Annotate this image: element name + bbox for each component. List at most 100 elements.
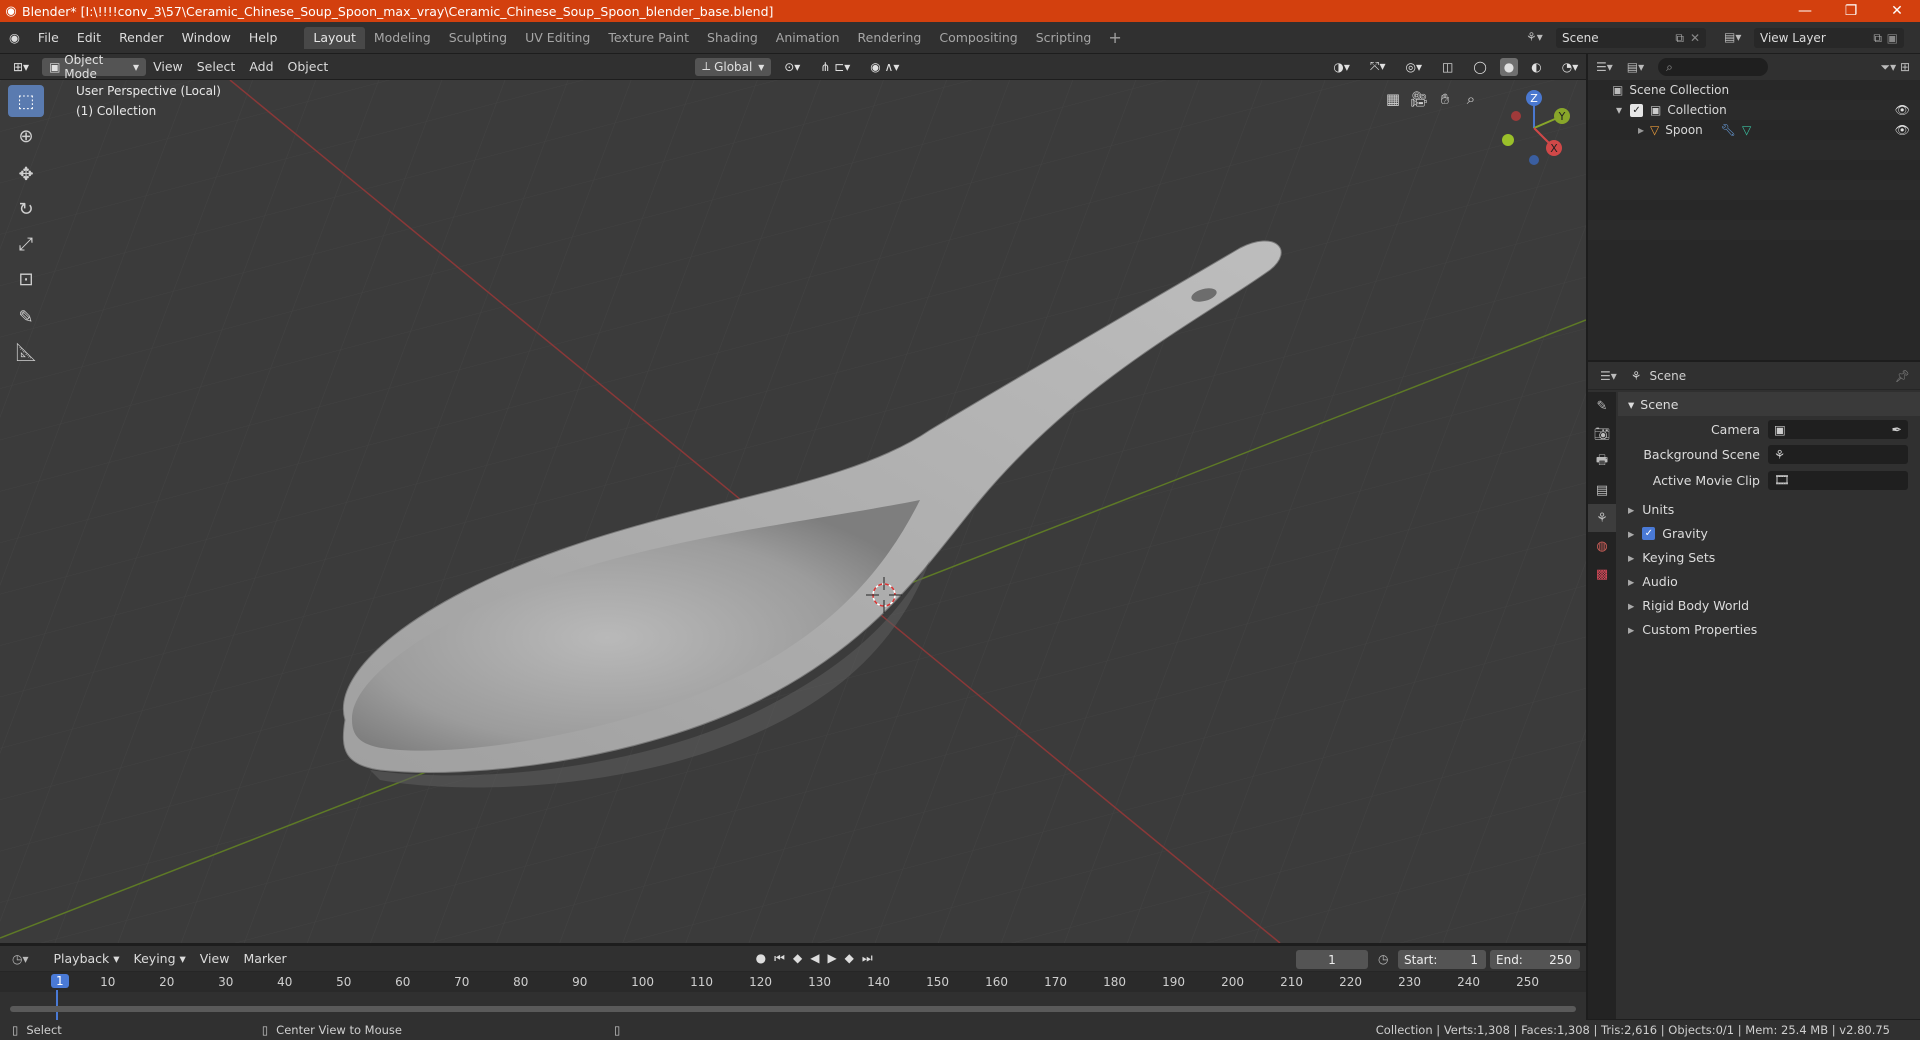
start-frame-field[interactable]: Start: 1 xyxy=(1398,950,1486,969)
tab-animation[interactable]: Animation xyxy=(767,27,849,49)
jump-start-icon[interactable]: ⏮ xyxy=(774,951,793,965)
close-button[interactable]: ✕ xyxy=(1874,0,1920,22)
proportional-edit-icon[interactable]: ◉ ∧▾ xyxy=(863,58,906,76)
outliner-row-scene-collection[interactable]: ▣ Scene Collection xyxy=(1588,80,1920,100)
pivot-icon[interactable]: ⊙▾ xyxy=(777,58,807,76)
move-tool-icon[interactable]: ✥ xyxy=(8,158,44,190)
view-layer-icon[interactable]: ▤▾ xyxy=(1724,30,1741,44)
pin-icon[interactable]: 📌︎ xyxy=(1895,369,1910,383)
menu-timeline-view[interactable]: View xyxy=(193,951,237,966)
editor-type-icon[interactable]: ⊞▾ xyxy=(6,58,36,76)
timeline-scrollbar[interactable] xyxy=(10,1006,1576,1012)
measure-tool-icon[interactable]: 📐︎ xyxy=(8,336,44,368)
mode-selector[interactable]: ▣ Object Mode ▾ xyxy=(42,53,147,81)
delete-view-layer-icon[interactable]: ▣ xyxy=(1887,31,1898,45)
jump-end-icon[interactable]: ⏭ xyxy=(862,951,881,965)
toggle-camera-grid-icon[interactable]: ▦ xyxy=(1380,86,1406,112)
scene-panel-header[interactable]: ▾ Scene xyxy=(1618,392,1920,416)
snap-icon[interactable]: ⋔ ⊏▾ xyxy=(813,58,857,76)
rotate-tool-icon[interactable]: ↻ xyxy=(8,193,44,225)
background-scene-field[interactable]: ⚘ xyxy=(1768,445,1908,464)
menu-playback[interactable]: Playback ▾ xyxy=(47,951,127,966)
scene-icon[interactable]: ⚘▾ xyxy=(1526,30,1543,44)
auto-keying-clock-icon[interactable]: ◷ xyxy=(1378,952,1388,966)
menu-render[interactable]: Render xyxy=(110,30,173,45)
expand-arrow-icon[interactable]: ▾ xyxy=(1616,103,1622,117)
movie-clip-field[interactable]: 🎞︎ xyxy=(1768,470,1908,490)
menu-keying[interactable]: Keying ▾ xyxy=(127,951,193,966)
navigation-gizmo[interactable]: Z Y X xyxy=(1494,88,1572,168)
outliner-row-spoon[interactable]: ▸ ▽ Spoon 🔧︎ ▽ 👁︎ xyxy=(1588,120,1920,140)
output-tab-icon[interactable]: 🖶︎ xyxy=(1588,448,1616,476)
tab-layout[interactable]: Layout xyxy=(304,26,365,49)
prev-keyframe-icon[interactable]: ◆ xyxy=(793,951,810,965)
xray-icon[interactable]: ◫ xyxy=(1435,58,1460,76)
gizmo-neg-z[interactable] xyxy=(1529,155,1539,165)
visibility-eye-icon[interactable]: 👁︎ xyxy=(1895,103,1910,117)
properties-editor-type-icon[interactable]: ☰▾ xyxy=(1600,369,1617,383)
3d-viewport[interactable]: User Perspective (Local) (1) Collection … xyxy=(0,80,1586,943)
gravity-checkbox[interactable]: ✓ xyxy=(1642,526,1656,540)
play-icon[interactable]: ▶ xyxy=(827,951,844,965)
select-box-icon[interactable]: ⬚ xyxy=(8,85,44,117)
transform-tool-icon[interactable]: ⊡ xyxy=(8,263,44,295)
outliner-editor-type-icon[interactable]: ☰▾ xyxy=(1596,60,1613,74)
timeline-editor-type-icon[interactable]: ◷▾ xyxy=(12,952,29,966)
overlays-icon[interactable]: ◎▾ xyxy=(1398,58,1429,76)
tab-compositing[interactable]: Compositing xyxy=(930,27,1026,49)
outliner-search-input[interactable]: ⌕ xyxy=(1658,58,1769,76)
keying-sets-panel-header[interactable]: ▸ Keying Sets xyxy=(1618,545,1920,569)
next-keyframe-icon[interactable]: ◆ xyxy=(845,951,862,965)
texture-tab-icon[interactable]: ▩ xyxy=(1588,560,1616,588)
menu-view[interactable]: View xyxy=(146,59,190,74)
outliner-row-collection[interactable]: ▾ ✓ ▣ Collection 👁︎ xyxy=(1588,100,1920,120)
delete-scene-icon[interactable]: ✕ xyxy=(1690,31,1700,45)
cursor-tool-icon[interactable]: ⊕ xyxy=(8,120,44,152)
view-layer-tab-icon[interactable]: ▤ xyxy=(1588,476,1616,504)
custom-properties-panel-header[interactable]: ▸ Custom Properties xyxy=(1618,617,1920,641)
tab-texture-paint[interactable]: Texture Paint xyxy=(599,27,698,49)
scale-tool-icon[interactable]: ⤢ xyxy=(8,228,44,260)
end-frame-field[interactable]: End: 250 xyxy=(1490,950,1580,969)
camera-view-icon[interactable]: 🎥︎ xyxy=(1406,86,1432,112)
tab-sculpting[interactable]: Sculpting xyxy=(440,27,516,49)
modifier-wrench-icon[interactable]: 🔧︎ xyxy=(1721,123,1736,137)
visibility-eye-icon[interactable]: 👁︎ xyxy=(1895,123,1910,137)
wireframe-shading-icon[interactable]: ◯ xyxy=(1466,58,1493,76)
filter-icon[interactable]: ⏷▾ ⊞ xyxy=(1881,60,1911,75)
render-tab-icon[interactable]: 📷︎ xyxy=(1588,420,1616,448)
units-panel-header[interactable]: ▸ Units xyxy=(1618,497,1920,521)
playhead[interactable] xyxy=(56,990,58,1020)
tab-modeling[interactable]: Modeling xyxy=(365,27,440,49)
new-scene-icon[interactable]: ⧉ xyxy=(1675,31,1684,46)
annotate-tool-icon[interactable]: ✎ xyxy=(8,301,44,333)
menu-edit[interactable]: Edit xyxy=(68,30,110,45)
blender-menu-icon[interactable]: ◉ xyxy=(0,30,29,45)
current-frame-field[interactable]: 1 xyxy=(1296,950,1368,969)
menu-file[interactable]: File xyxy=(29,30,68,45)
maximize-button[interactable]: ❐ xyxy=(1828,0,1874,22)
tab-shading[interactable]: Shading xyxy=(698,27,767,49)
menu-marker[interactable]: Marker xyxy=(236,951,293,966)
collection-checkbox[interactable]: ✓ xyxy=(1630,103,1644,117)
material-shading-icon[interactable]: ◐ xyxy=(1524,58,1548,76)
frame-ruler[interactable]: 1 10 20 30 40 50 60 70 80 90 100 110 120 130 140 150 160… xyxy=(0,972,1586,1020)
menu-add[interactable]: Add xyxy=(242,59,280,74)
audio-panel-header[interactable]: ▸ Audio xyxy=(1618,569,1920,593)
menu-window[interactable]: Window xyxy=(173,30,240,45)
tab-scripting[interactable]: Scripting xyxy=(1027,27,1101,49)
pan-view-icon[interactable]: ✋︎ xyxy=(1432,86,1458,112)
tab-uv-editing[interactable]: UV Editing xyxy=(516,27,599,49)
camera-field[interactable]: ▣ ✒ xyxy=(1768,419,1908,439)
transform-orientation[interactable]: ⟂ Global ▾ xyxy=(695,57,772,76)
tab-rendering[interactable]: Rendering xyxy=(849,27,931,49)
eyedropper-icon[interactable]: ✒ xyxy=(1892,422,1902,437)
solid-shading-icon[interactable]: ● xyxy=(1499,57,1519,76)
gizmo-neg-x[interactable] xyxy=(1511,111,1521,121)
expand-arrow-icon[interactable]: ▸ xyxy=(1638,123,1644,137)
add-workspace-icon[interactable]: + xyxy=(1100,28,1129,47)
new-view-layer-icon[interactable]: ⧉ xyxy=(1873,31,1882,46)
view-layer-selector[interactable]: View Layer ⧉ ▣ xyxy=(1754,28,1904,48)
gizmo-toggle-icon[interactable]: ⤧▾ xyxy=(1363,58,1393,76)
mesh-data-icon[interactable]: ▽ xyxy=(1742,123,1751,137)
